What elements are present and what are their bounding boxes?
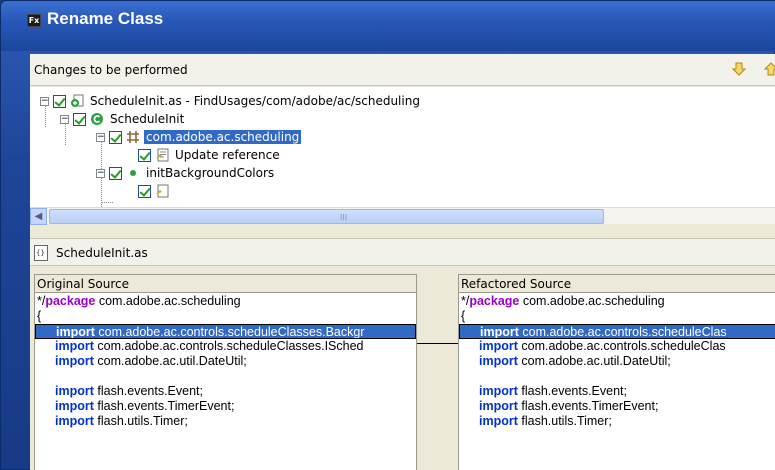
code-line: import flash.utils.Timer; <box>479 414 612 428</box>
as-file-change-icon <box>71 94 84 107</box>
tree-node-class[interactable]: − ScheduleInit <box>60 110 186 128</box>
code-line: */package com.adobe.ac.scheduling <box>461 294 665 308</box>
code-line: import com.adobe.ac.util.DateUtil; <box>55 354 247 368</box>
compare-file-header: ScheduleInit.as <box>30 238 775 266</box>
previous-change-arrow-up-icon[interactable] <box>764 62 775 76</box>
include-checkbox[interactable] <box>53 94 66 108</box>
tree-node-label: Update reference <box>175 148 280 162</box>
code-line: import flash.events.TimerEvent; <box>55 399 235 413</box>
as-file-icon <box>34 245 48 261</box>
include-checkbox[interactable] <box>109 130 122 144</box>
tree-node-method[interactable]: − initBackgroundColors <box>96 164 276 182</box>
class-icon <box>91 113 103 125</box>
changes-header: Changes to be performed <box>30 54 775 86</box>
tree-node-update-reference[interactable]: Update reference <box>138 146 282 164</box>
include-checkbox[interactable] <box>138 184 151 198</box>
original-source-title: Original Source <box>35 275 416 293</box>
collapse-toggle[interactable]: − <box>60 114 69 124</box>
tree-node-label: com.adobe.ac.scheduling <box>144 130 302 144</box>
code-line: import flash.events.Event; <box>55 384 203 398</box>
code-line: import com.adobe.ac.util.DateUtil; <box>479 354 671 368</box>
code-line: import flash.events.TimerEvent; <box>479 399 659 413</box>
refactored-source-title: Refactored Source <box>459 275 775 293</box>
include-checkbox[interactable] <box>73 112 86 126</box>
diff-connector-line <box>417 343 458 344</box>
flex-app-icon: Fx <box>27 14 41 27</box>
tree-node-label: initBackgroundColors <box>146 166 275 180</box>
text-change-icon <box>156 184 169 198</box>
code-line: import flash.utils.Timer; <box>55 414 188 428</box>
collapse-toggle[interactable]: − <box>40 96 49 106</box>
original-source-pane[interactable]: Original Source */package com.adobe.ac.s… <box>34 274 417 470</box>
include-checkbox[interactable] <box>109 166 122 180</box>
code-line-changed: import com.adobe.ac.controls.scheduleCla… <box>459 324 775 339</box>
scroll-thumb[interactable]: III <box>49 209 604 224</box>
original-code: */package com.adobe.ac.scheduling { impo… <box>35 294 416 429</box>
code-line: { <box>461 309 466 323</box>
tree-node-partial[interactable] <box>138 182 173 200</box>
refactored-code: */package com.adobe.ac.scheduling { impo… <box>459 294 775 429</box>
code-line-changed: import com.adobe.ac.controls.scheduleCla… <box>35 324 416 339</box>
changes-label: Changes to be performed <box>34 63 188 77</box>
changes-tree[interactable]: − ScheduleInit.as - FindUsages/com/adobe… <box>30 87 775 207</box>
rename-class-dialog: Fx Rename Class Changes to be performed … <box>0 0 775 470</box>
code-line: { <box>37 309 42 323</box>
next-change-arrow-down-icon[interactable] <box>732 62 746 76</box>
collapse-toggle[interactable]: − <box>96 132 105 142</box>
package-icon <box>127 131 139 143</box>
text-change-icon <box>156 148 169 162</box>
code-line: import com.adobe.ac.controls.scheduleCla… <box>479 339 726 353</box>
scroll-left-arrow-icon[interactable]: ◀ <box>30 208 47 225</box>
tree-node-label: ScheduleInit.as - FindUsages/com/adobe/a… <box>90 94 420 108</box>
code-line: */package com.adobe.ac.scheduling <box>37 294 241 308</box>
tree-guide-line <box>101 202 113 203</box>
dialog-content: Changes to be performed − ScheduleInit.a… <box>30 54 775 470</box>
title-bar[interactable]: Fx Rename Class <box>1 1 775 51</box>
code-line: import com.adobe.ac.controls.scheduleCla… <box>55 339 364 353</box>
tree-horizontal-scrollbar[interactable]: ◀ III <box>30 207 775 225</box>
code-line: import flash.events.Event; <box>479 384 627 398</box>
scroll-grip: III <box>340 213 348 222</box>
method-icon <box>130 170 136 176</box>
tree-node-label: ScheduleInit <box>110 112 185 126</box>
refactored-source-pane[interactable]: Refactored Source */package com.adobe.ac… <box>458 274 775 470</box>
include-checkbox[interactable] <box>138 148 151 162</box>
collapse-toggle[interactable]: − <box>96 168 105 178</box>
window-title: Rename Class <box>47 9 164 28</box>
compare-file-label: ScheduleInit.as <box>56 246 148 260</box>
tree-node-file[interactable]: − ScheduleInit.as - FindUsages/com/adobe… <box>40 92 422 110</box>
diff-gutter <box>417 274 458 470</box>
tree-node-package[interactable]: − com.adobe.ac.scheduling <box>96 128 302 146</box>
